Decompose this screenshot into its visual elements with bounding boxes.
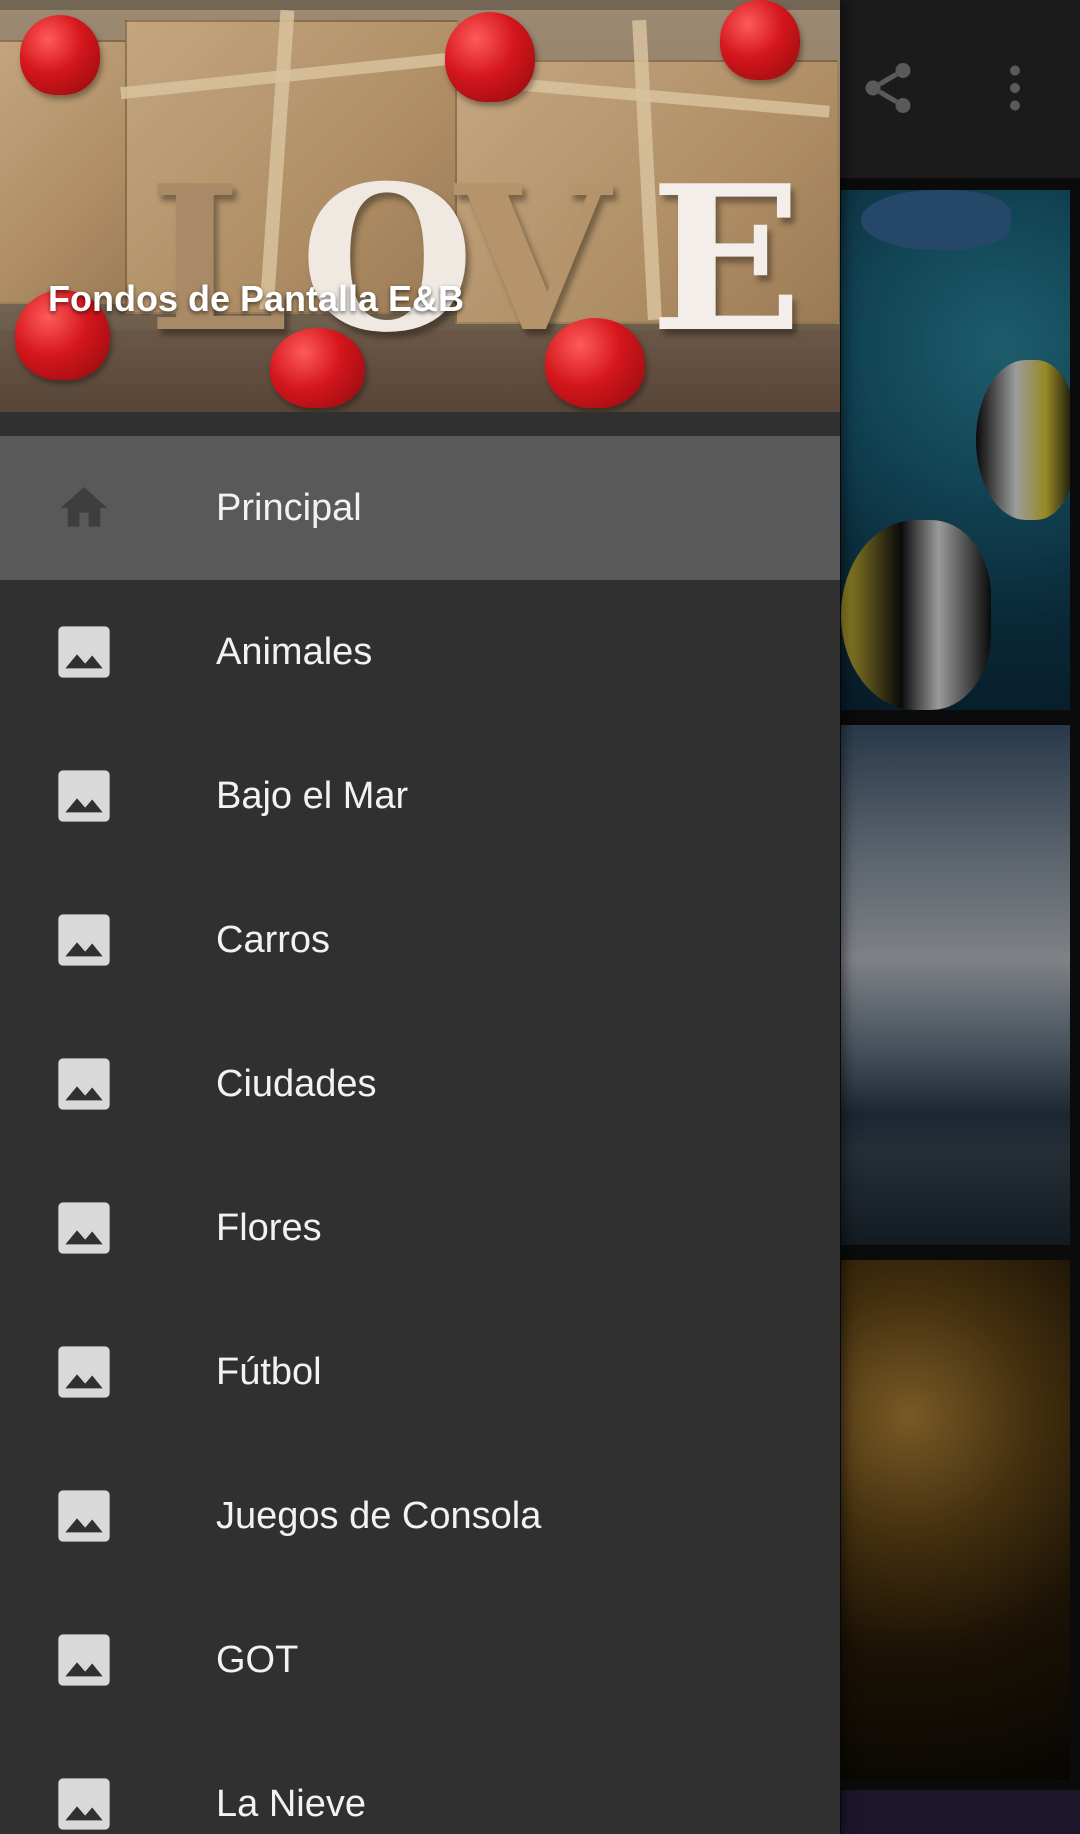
menu-item-label: Principal [216,486,362,529]
menu-item-label: GOT [216,1638,299,1681]
menu-item-label: Carros [216,918,331,961]
image-icon [56,1056,112,1112]
image-icon [56,768,112,824]
menu-item-label: Ciudades [216,1062,377,1105]
heart-decoration [445,12,535,102]
heart-decoration [20,15,100,95]
image-icon [56,1776,112,1832]
drawer-header-image: L O V E Fondos de Pantalla E&B [0,0,840,412]
menu-item-bajo-el-mar[interactable]: Bajo el Mar [0,724,840,868]
menu-item-flores[interactable]: Flores [0,1156,840,1300]
menu-item-principal[interactable]: Principal [0,436,840,580]
home-icon [56,480,112,536]
heart-decoration [545,318,645,408]
image-icon [56,912,112,968]
menu-item-label: Animales [216,630,373,673]
navigation-drawer: L O V E Fondos de Pantalla E&B Principal [0,0,840,1834]
image-icon [56,624,112,680]
image-icon [56,1200,112,1256]
menu-item-label: Flores [216,1206,322,1249]
menu-item-got[interactable]: GOT [0,1588,840,1732]
letter-l: L [148,142,289,377]
menu-item-label: Juegos de Consola [216,1494,542,1537]
status-bar [0,0,840,10]
menu-item-ciudades[interactable]: Ciudades [0,1012,840,1156]
menu-item-label: La Nieve [216,1782,366,1825]
heart-decoration [270,328,365,408]
screen: L O V E Fondos de Pantalla E&B Principal [0,0,1080,1834]
heart-decoration [720,0,800,80]
letter-e: E [650,142,803,377]
image-icon [56,1632,112,1688]
menu-item-futbol[interactable]: Fútbol [0,1300,840,1444]
menu-item-juegos-de-consola[interactable]: Juegos de Consola [0,1444,840,1588]
menu-item-label: Bajo el Mar [216,774,409,817]
image-icon [56,1344,112,1400]
image-icon [56,1488,112,1544]
menu-item-animales[interactable]: Animales [0,580,840,724]
drawer-menu: Principal Animales Bajo el Mar Carros Ci… [0,436,840,1834]
menu-item-la-nieve[interactable]: La Nieve [0,1732,840,1834]
drawer-title: Fondos de Pantalla E&B [48,278,465,319]
menu-item-label: Fútbol [216,1350,322,1393]
menu-item-carros[interactable]: Carros [0,868,840,1012]
